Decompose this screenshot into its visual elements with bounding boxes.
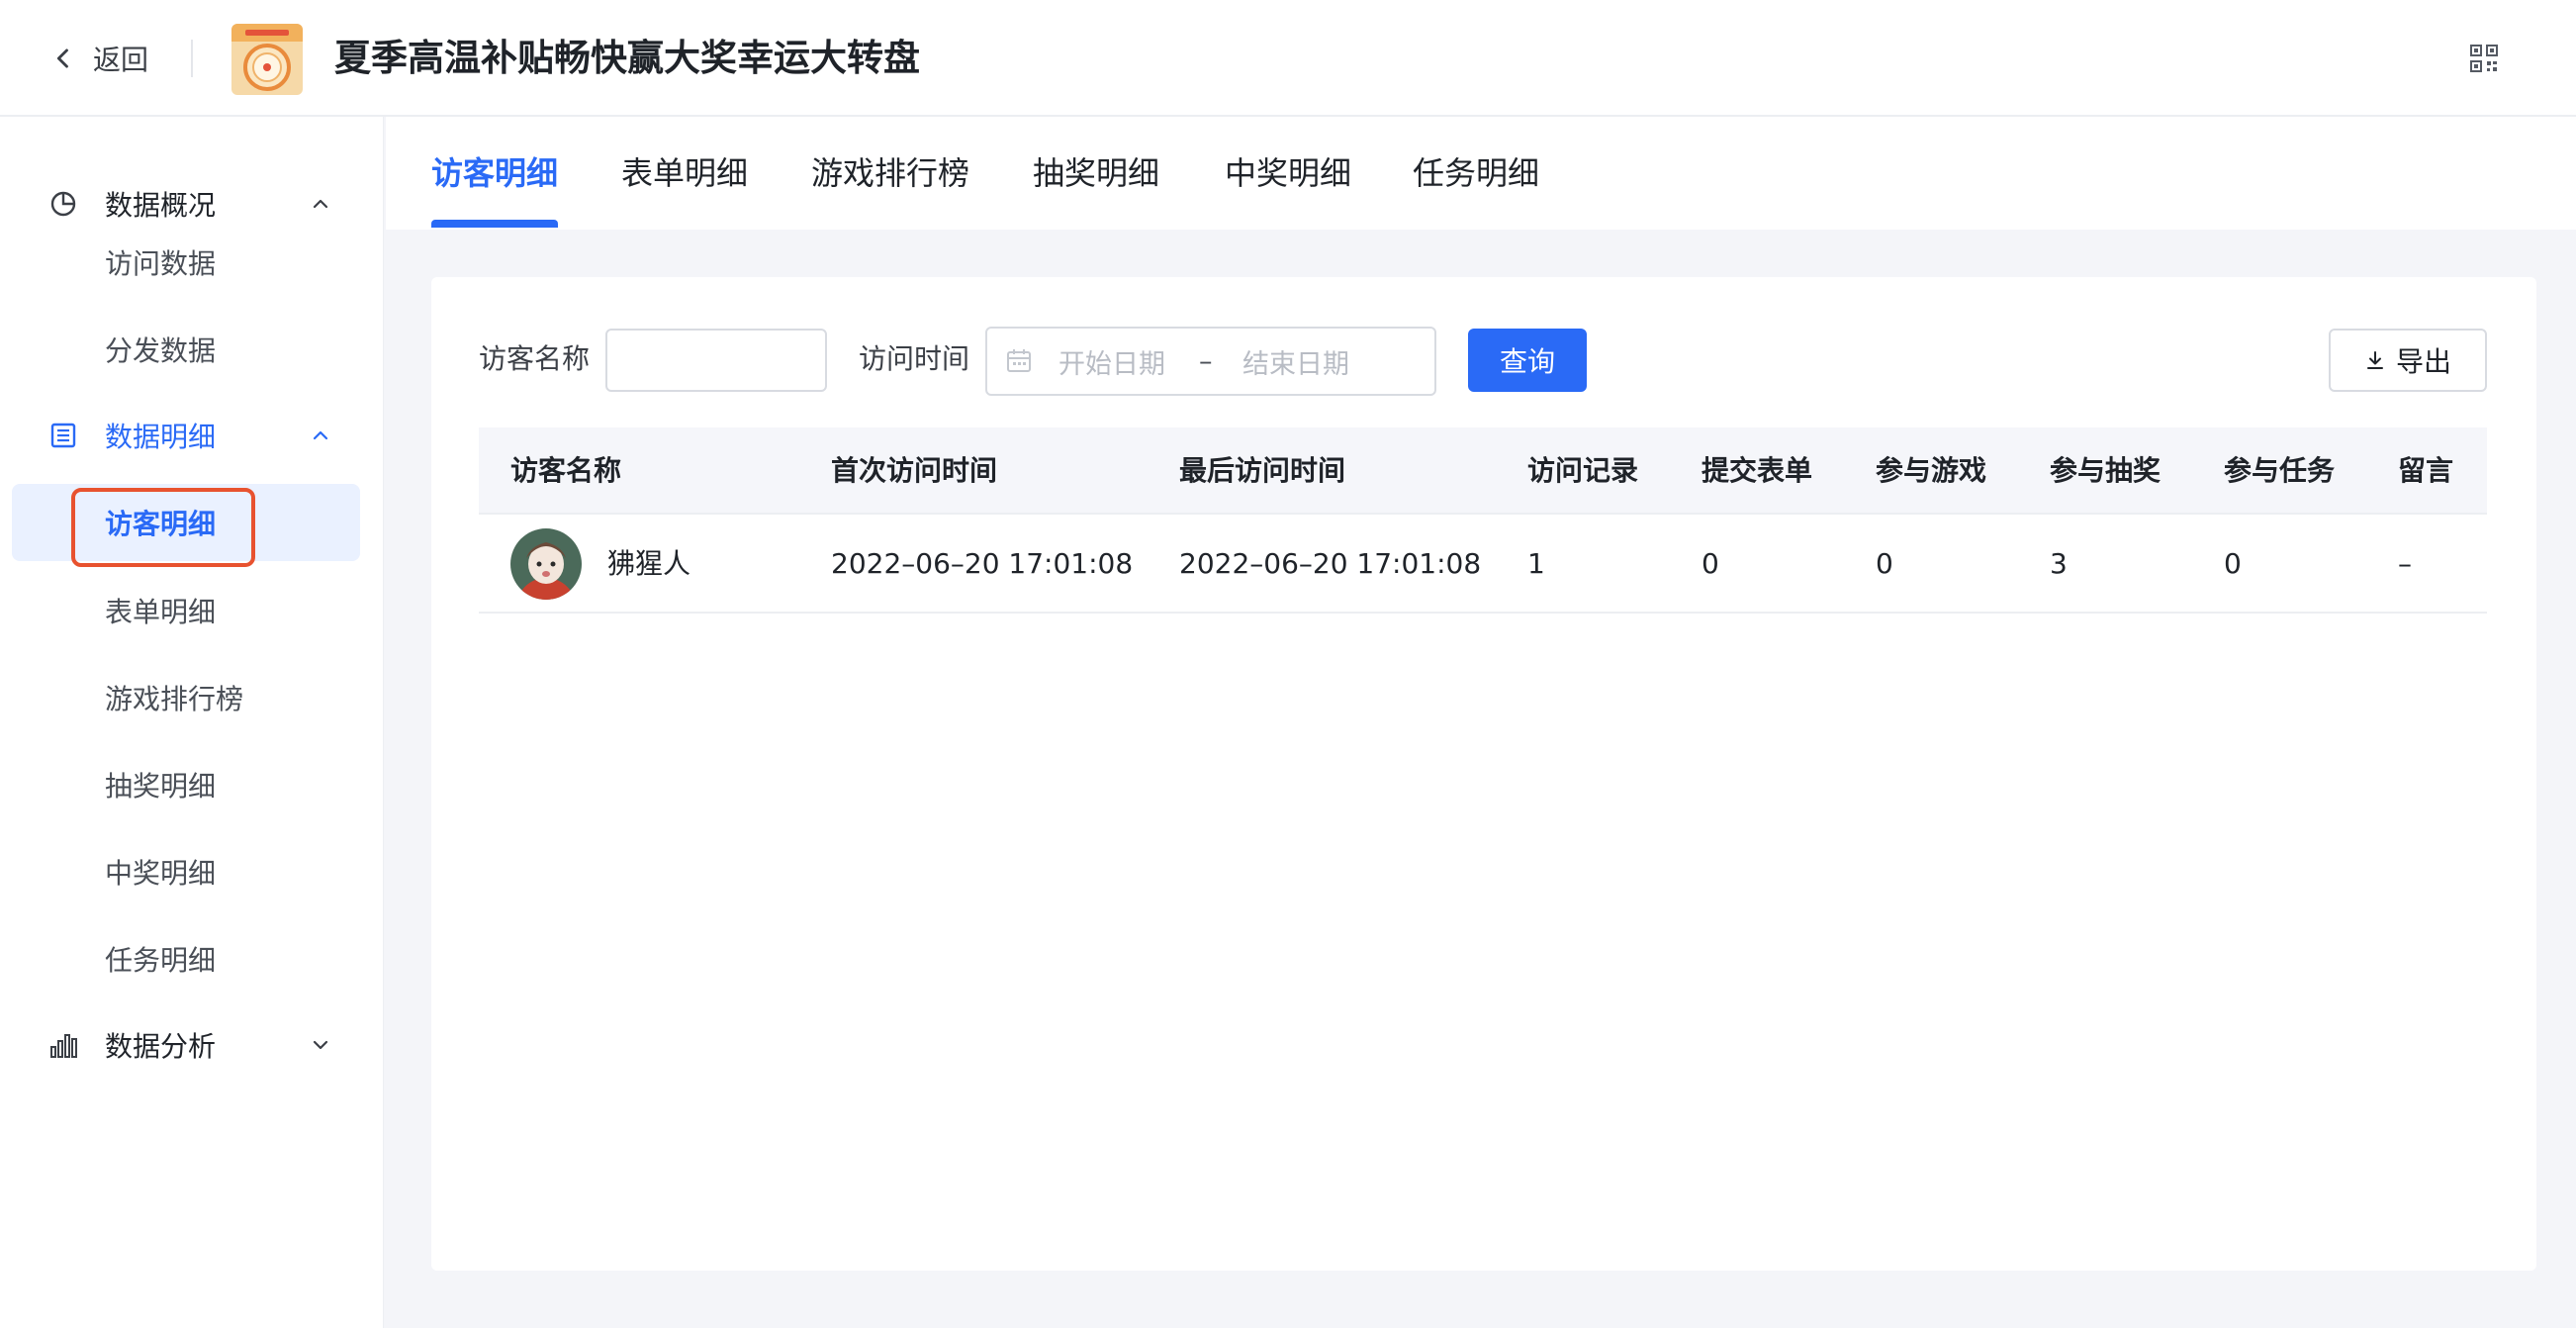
avatar — [510, 528, 582, 600]
sidebar-item-label: 游戏排行榜 — [105, 683, 244, 715]
column-header: 提交表单 — [1702, 454, 1813, 487]
content-card — [431, 277, 2536, 1271]
visit-time-label: 访问时间 — [859, 342, 970, 375]
chevron-up-icon — [313, 199, 328, 209]
form-count: 0 — [1702, 547, 1719, 580]
sidebar-item-label: 表单明细 — [105, 596, 217, 628]
sidebar: 数据概况 访问数据 分发数据 数据明细 访客明细 表单明细 游戏排行榜 抽奖明细… — [0, 117, 384, 1328]
visitor-name-input[interactable] — [605, 329, 827, 392]
activity-thumbnail — [231, 24, 303, 95]
chevron-down-icon — [313, 1040, 328, 1050]
active-tab-indicator — [431, 220, 558, 228]
last-visit-time: 2022–06–20 17:01:08 — [1179, 547, 1482, 580]
tab-game-leaderboard[interactable]: 游戏排行榜 — [811, 117, 969, 230]
sidebar-item-task-details[interactable]: 任务明细 — [12, 920, 360, 997]
sidebar-item-label: 抽奖明细 — [105, 770, 217, 803]
download-icon — [2366, 351, 2383, 369]
column-header: 访客名称 — [510, 454, 622, 487]
column-header: 参与任务 — [2224, 454, 2336, 487]
column-header: 参与游戏 — [1876, 454, 1987, 487]
sidebar-group-details[interactable]: 数据明细 — [0, 406, 384, 465]
tab-form-details[interactable]: 表单明细 — [621, 117, 748, 230]
task-count: 0 — [2224, 547, 2242, 580]
game-count: 0 — [1876, 547, 1893, 580]
date-separator: – — [1199, 345, 1213, 377]
header-divider — [191, 40, 193, 77]
sidebar-item-visit-data[interactable]: 访问数据 — [12, 224, 360, 301]
table-header: 访客名称 首次访问时间 最后访问时间 访问记录 提交表单 参与游戏 参与抽奖 参… — [479, 427, 2487, 515]
tab-bar: 访客明细 表单明细 游戏排行榜 抽奖明细 中奖明细 任务明细 — [386, 117, 2576, 230]
tab-lottery-details[interactable]: 抽奖明细 — [1033, 117, 1159, 230]
chevron-left-icon — [56, 48, 68, 68]
sidebar-item-form-details[interactable]: 表单明细 — [12, 572, 360, 649]
sidebar-item-label: 访客明细 — [105, 508, 217, 540]
sidebar-group-label: 数据概况 — [105, 189, 217, 222]
chevron-up-icon — [313, 430, 328, 440]
column-header: 访问记录 — [1527, 454, 1639, 487]
qr-code-icon[interactable] — [2469, 44, 2499, 73]
column-header: 留言 — [2398, 454, 2454, 487]
back-button[interactable]: 返回 — [49, 36, 148, 81]
first-visit-time: 2022–06–20 17:01:08 — [831, 547, 1134, 580]
visit-count: 1 — [1527, 547, 1545, 580]
table-row: 狒猩人 2022–06–20 17:01:08 2022–06–20 17:01… — [479, 515, 2487, 614]
sidebar-item-label: 访问数据 — [105, 247, 217, 280]
pie-chart-icon — [50, 191, 76, 217]
query-button[interactable]: 查询 — [1468, 329, 1587, 392]
sidebar-item-label: 中奖明细 — [105, 857, 217, 890]
visitor-name: 狒猩人 — [607, 547, 691, 580]
date-range-picker[interactable]: 开始日期 – 结束日期 — [985, 327, 1436, 396]
start-date-placeholder[interactable]: 开始日期 — [1058, 342, 1165, 381]
sidebar-item-label: 分发数据 — [105, 334, 217, 367]
export-label: 导出 — [2395, 345, 2451, 378]
sidebar-item-distribution-data[interactable]: 分发数据 — [12, 311, 360, 388]
column-header: 参与抽奖 — [2050, 454, 2162, 487]
sidebar-group-label: 数据分析 — [105, 1030, 217, 1063]
list-icon — [50, 423, 76, 448]
page-title: 夏季高温补贴畅快赢大奖幸运大转盘 — [334, 37, 920, 79]
export-button[interactable]: 导出 — [2329, 329, 2487, 392]
visitor-name-label: 访客名称 — [479, 342, 591, 375]
sidebar-item-visitor-details[interactable]: 访客明细 — [12, 484, 360, 561]
tab-visitor-details[interactable]: 访客明细 — [431, 117, 558, 230]
bar-chart-icon — [50, 1034, 77, 1058]
sidebar-item-game-leaderboard[interactable]: 游戏排行榜 — [12, 659, 360, 736]
tab-winning-details[interactable]: 中奖明细 — [1225, 117, 1351, 230]
sidebar-item-lottery-details[interactable]: 抽奖明细 — [12, 746, 360, 823]
top-header: 返回 夏季高温补贴畅快赢大奖幸运大转盘 — [0, 0, 2576, 117]
tab-task-details[interactable]: 任务明细 — [1413, 117, 1539, 230]
sidebar-item-label: 任务明细 — [105, 944, 217, 977]
message-cell: – — [2398, 547, 2412, 580]
sidebar-group-label: 数据明细 — [105, 421, 217, 453]
column-header: 最后访问时间 — [1179, 454, 1346, 487]
calendar-icon — [1007, 349, 1031, 372]
lottery-count: 3 — [2050, 547, 2068, 580]
sidebar-item-winning-details[interactable]: 中奖明细 — [12, 833, 360, 910]
column-header: 首次访问时间 — [831, 454, 998, 487]
end-date-placeholder[interactable]: 结束日期 — [1242, 342, 1349, 381]
sidebar-group-analysis[interactable]: 数据分析 — [0, 1015, 384, 1075]
back-label: 返回 — [93, 44, 149, 76]
